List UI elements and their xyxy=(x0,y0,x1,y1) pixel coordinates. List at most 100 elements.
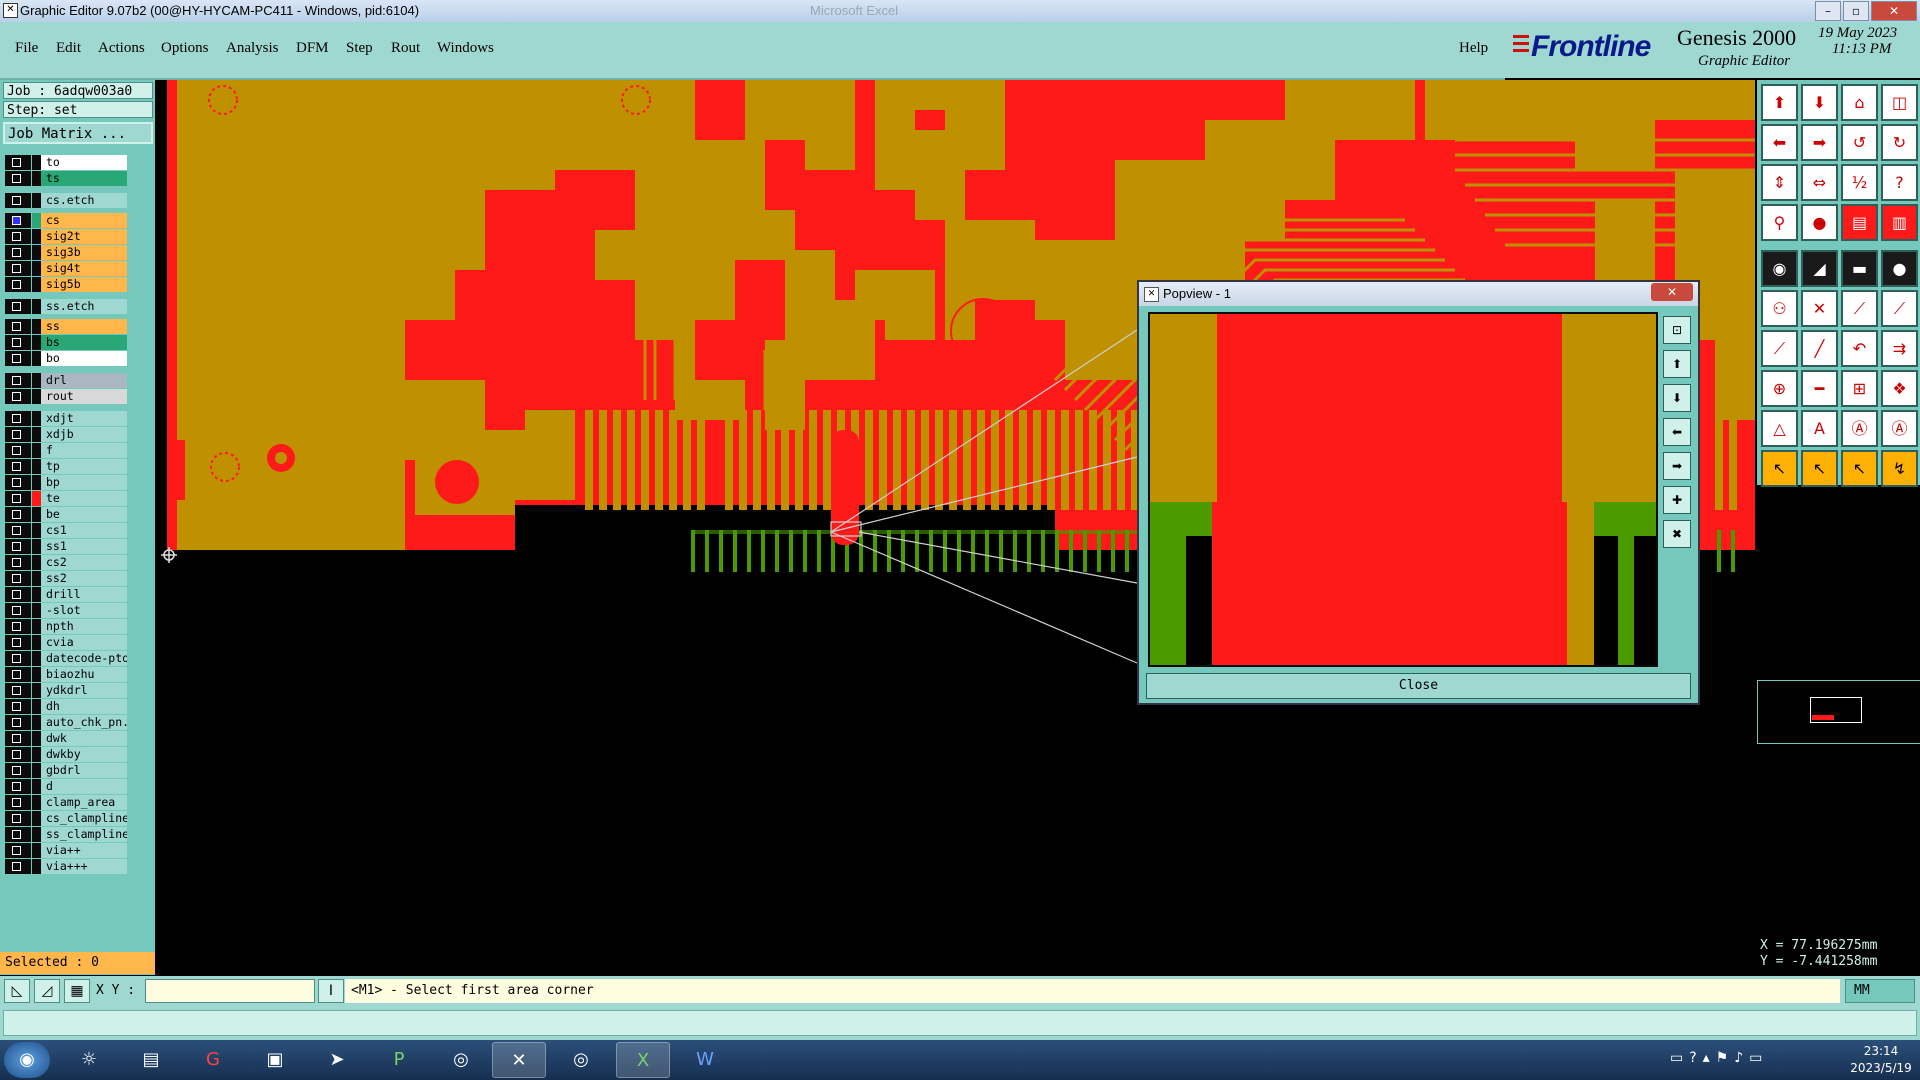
tool-move-up-icon[interactable]: ⬆ xyxy=(1761,84,1798,121)
layer-row-dwkby[interactable]: dwkby xyxy=(5,747,127,762)
tool-poly-icon[interactable]: △ xyxy=(1761,410,1798,447)
menu-actions[interactable]: Actions xyxy=(98,40,145,57)
menu-edit[interactable]: Edit xyxy=(56,40,81,57)
layer-checkbox[interactable] xyxy=(5,443,31,458)
layer-row-auto-chk-pn-[interactable]: auto_chk_pn. xyxy=(5,715,127,730)
layer-row-rout[interactable]: rout xyxy=(5,389,127,404)
layer-checkbox[interactable] xyxy=(5,261,31,276)
system-tray-icons[interactable]: ▭?▴⚑♪▭ xyxy=(1670,1050,1768,1066)
layer-row-bs[interactable]: bs xyxy=(5,335,127,350)
tool-stretch-h-icon[interactable]: ⇔ xyxy=(1801,164,1838,201)
popview-zoom-fit-icon[interactable]: ⊡ xyxy=(1663,316,1691,344)
layer-checkbox[interactable] xyxy=(5,731,31,746)
layer-checkbox[interactable] xyxy=(5,475,31,490)
tool-text-b-icon[interactable]: Ⓐ xyxy=(1841,410,1878,447)
popview-zoom-view[interactable] xyxy=(1148,312,1658,667)
layer-checkbox[interactable] xyxy=(5,491,31,506)
popview-zoom-out-icon[interactable]: ✖ xyxy=(1663,520,1691,548)
tool-redo-icon[interactable]: ↻ xyxy=(1881,124,1918,161)
units-selector[interactable]: MM xyxy=(1845,979,1915,1003)
layer-checkbox[interactable] xyxy=(5,571,31,586)
layer-checkbox[interactable] xyxy=(5,779,31,794)
tool-add-pad-icon[interactable]: ⊕ xyxy=(1761,370,1798,407)
layer-row-drill[interactable]: drill xyxy=(5,587,127,602)
menu-file[interactable]: File xyxy=(15,40,38,57)
layer-row-xdjb[interactable]: xdjb xyxy=(5,427,127,442)
tool-move-down-icon[interactable]: ⬇ xyxy=(1801,84,1838,121)
tool-arc-icon[interactable]: ↶ xyxy=(1841,330,1878,367)
layer-checkbox[interactable] xyxy=(5,683,31,698)
taskbar-app-word-icon[interactable]: W xyxy=(678,1042,732,1078)
tool-home-icon[interactable]: ⌂ xyxy=(1841,84,1878,121)
layer-row-te[interactable]: te xyxy=(5,491,127,506)
layer-checkbox[interactable] xyxy=(5,427,31,442)
text-cursor-icon[interactable]: I xyxy=(318,979,344,1003)
layer-checkbox[interactable] xyxy=(5,351,31,366)
tool-red-panel-b-icon[interactable]: ▥ xyxy=(1881,204,1918,241)
layer-checkbox[interactable] xyxy=(5,651,31,666)
layer-checkbox[interactable] xyxy=(5,715,31,730)
layer-checkbox[interactable] xyxy=(5,155,31,170)
layer-checkbox[interactable] xyxy=(5,795,31,810)
layer-checkbox[interactable] xyxy=(5,619,31,634)
menu-analysis[interactable]: Analysis xyxy=(226,40,279,57)
tool-stretch-v-icon[interactable]: ⇕ xyxy=(1761,164,1798,201)
layer-row-ss1[interactable]: ss1 xyxy=(5,539,127,554)
menu-options[interactable]: Options xyxy=(161,40,209,57)
layer-row-xdjt[interactable]: xdjt xyxy=(5,411,127,426)
tool-cross-icon[interactable]: ✕ xyxy=(1801,290,1838,327)
layer-checkbox[interactable] xyxy=(5,827,31,842)
layer-row-gbdrl[interactable]: gbdrl xyxy=(5,763,127,778)
taskbar-app-eye-icon[interactable]: ◎ xyxy=(434,1042,488,1078)
tool-net-icon[interactable]: ⚇ xyxy=(1761,290,1798,327)
taskbar-app-excel-icon[interactable]: X xyxy=(616,1042,670,1078)
taskbar-app-g-icon[interactable]: G xyxy=(186,1042,240,1078)
layer-checkbox[interactable] xyxy=(5,245,31,260)
taskbar-app-notes-icon[interactable]: ▤ xyxy=(124,1042,178,1078)
tool-move-left-icon[interactable]: ⬅ xyxy=(1761,124,1798,161)
taskbar-app-genesis-icon[interactable]: ✕ xyxy=(492,1042,546,1078)
layer-checkbox[interactable] xyxy=(5,667,31,682)
tool-select-icon[interactable]: ↖ xyxy=(1761,450,1798,487)
layer-checkbox[interactable] xyxy=(5,299,31,314)
layer-checkbox[interactable] xyxy=(5,603,31,618)
tool-parallel-icon[interactable]: ⇉ xyxy=(1881,330,1918,367)
layer-checkbox[interactable] xyxy=(5,389,31,404)
layer-row-ss-clampline[interactable]: ss_clampline xyxy=(5,827,127,842)
taskbar-app-save-icon[interactable]: ▣ xyxy=(248,1042,302,1078)
tool-route-icon[interactable]: ↯ xyxy=(1881,450,1918,487)
layer-row-bp[interactable]: bp xyxy=(5,475,127,490)
menu-step[interactable]: Step xyxy=(346,40,373,57)
layer-row-ts[interactable]: ts xyxy=(5,171,127,186)
xy-input[interactable] xyxy=(145,979,315,1003)
layer-checkbox[interactable] xyxy=(5,373,31,388)
layer-row-cs2[interactable]: cs2 xyxy=(5,555,127,570)
layer-checkbox[interactable] xyxy=(5,747,31,762)
layer-row-drl[interactable]: drl xyxy=(5,373,127,388)
layer-row-cs-etch[interactable]: cs.etch xyxy=(5,193,127,208)
taskbar-app-p-icon[interactable]: P xyxy=(372,1042,426,1078)
tool-record-icon[interactable]: ◉ xyxy=(1761,250,1798,287)
tool-split-icon[interactable]: ◫ xyxy=(1881,84,1918,121)
tool-text-a-icon[interactable]: A xyxy=(1801,410,1838,447)
layer-row-sig4t[interactable]: sig4t xyxy=(5,261,127,276)
tool-grid-icon[interactable]: ⊞ xyxy=(1841,370,1878,407)
layer-row-npth[interactable]: npth xyxy=(5,619,127,634)
layer-row-ss2[interactable]: ss2 xyxy=(5,571,127,586)
layer-checkbox[interactable] xyxy=(5,193,31,208)
grid-icon[interactable]: ▦ xyxy=(64,979,90,1003)
layer-row-sig5b[interactable]: sig5b xyxy=(5,277,127,292)
tool-move-right-icon[interactable]: ➡ xyxy=(1801,124,1838,161)
tool-help-icon[interactable]: ? xyxy=(1881,164,1918,201)
layer-row--slot[interactable]: -slot xyxy=(5,603,127,618)
menu-rout[interactable]: Rout xyxy=(391,40,420,57)
layer-row-cs-clampline[interactable]: cs_clampline xyxy=(5,811,127,826)
tool-line-d-icon[interactable]: ╱ xyxy=(1801,330,1838,367)
tool-undo-icon[interactable]: ↺ xyxy=(1841,124,1878,161)
layer-row-sig3b[interactable]: sig3b xyxy=(5,245,127,260)
taskbar-app-eye2-icon[interactable]: ◎ xyxy=(554,1042,608,1078)
layer-row-bo[interactable]: bo xyxy=(5,351,127,366)
layer-row-clamp-area[interactable]: clamp_area xyxy=(5,795,127,810)
layer-checkbox[interactable] xyxy=(5,587,31,602)
tool-line-b-icon[interactable]: ⟋ xyxy=(1881,290,1918,327)
